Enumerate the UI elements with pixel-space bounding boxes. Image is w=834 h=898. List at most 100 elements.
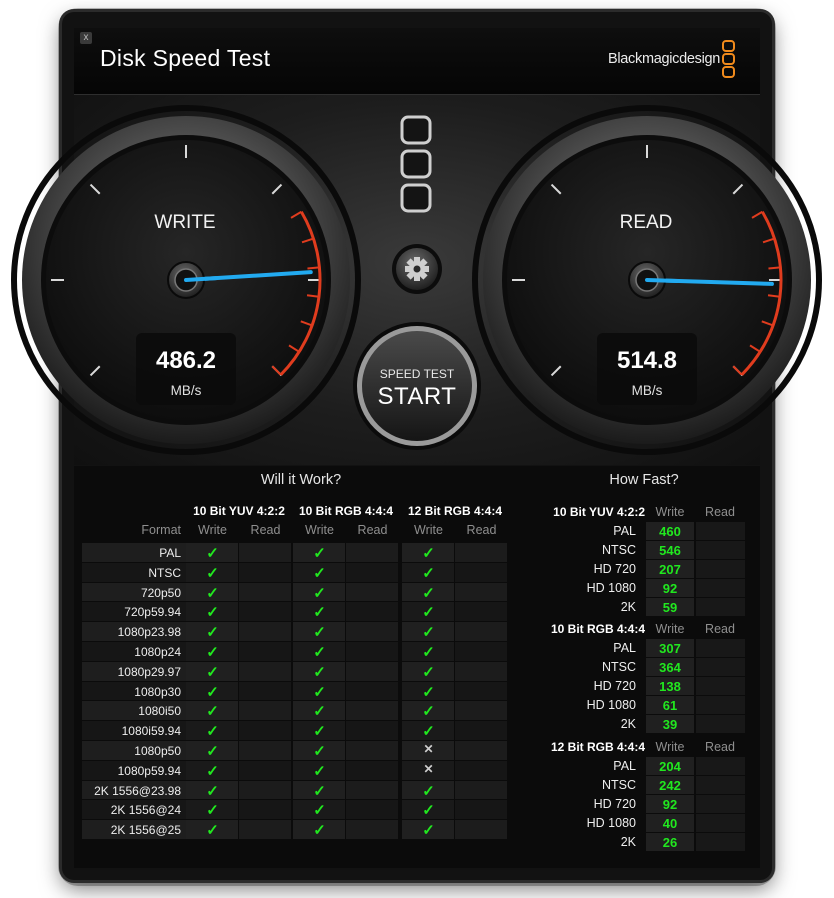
speed-write-value: 460 <box>659 524 681 539</box>
speed-read-header: Read <box>705 622 735 636</box>
read-cell <box>239 642 291 661</box>
check-icon: ✓ <box>206 743 219 760</box>
speed-write-value: 364 <box>659 660 681 675</box>
speed-group-header: 12 Bit RGB 4:4:4 <box>550 740 645 754</box>
speed-row-label: PAL <box>613 524 636 538</box>
read-cell <box>346 661 398 681</box>
speed-read-cell <box>696 795 745 813</box>
brand-logo-icon <box>722 40 736 79</box>
read-cell <box>346 622 398 641</box>
read-cell <box>455 543 507 562</box>
speed-write-value: 39 <box>662 717 678 732</box>
check-icon: ✓ <box>422 822 435 840</box>
read-cell <box>239 661 291 681</box>
check-icon: ✓ <box>422 624 435 642</box>
speed-write-value: 26 <box>662 835 678 850</box>
read-cell <box>346 543 398 562</box>
speed-row-label: 2K <box>620 835 636 849</box>
speed-row-label: HD 1080 <box>586 816 636 830</box>
read-column-header: Read <box>466 523 497 537</box>
speed-write-header: Write <box>655 505 685 519</box>
close-icon[interactable]: x <box>80 32 92 44</box>
read-cell <box>346 582 398 602</box>
format-label: NTSC <box>148 565 181 580</box>
read-cell <box>455 741 507 760</box>
check-icon: ✓ <box>313 743 326 760</box>
read-cell <box>239 760 291 780</box>
settings-button[interactable] <box>392 244 442 294</box>
will-it-work-title: Will it Work? <box>260 472 342 488</box>
read-cell <box>455 760 507 780</box>
speed-write-value: 92 <box>662 797 678 812</box>
read-cell <box>455 642 507 661</box>
check-icon: ✓ <box>206 663 219 681</box>
read-cell <box>346 760 398 780</box>
check-icon: ✓ <box>313 624 326 642</box>
check-icon: ✓ <box>422 604 435 622</box>
speed-row-label: HD 720 <box>593 797 636 811</box>
format-label: 2K 1556@23.98 <box>94 783 181 798</box>
start-button-caption: SPEED TEST <box>379 367 455 381</box>
speed-read-cell <box>696 757 745 775</box>
speed-read-cell <box>696 696 745 714</box>
speed-read-cell <box>696 598 745 616</box>
check-icon: ✓ <box>313 683 326 701</box>
read-cell <box>455 721 507 740</box>
read-cell <box>239 721 291 740</box>
check-icon: ✓ <box>422 802 435 820</box>
check-icon: ✓ <box>206 604 219 622</box>
format-label: 720p50 <box>140 585 181 600</box>
check-icon: ✓ <box>313 564 326 582</box>
speed-write-value: 40 <box>662 816 678 831</box>
format-label: 1080p23.98 <box>117 625 181 640</box>
cross-icon: ✕ <box>423 761 434 776</box>
write-column-header: Write <box>198 523 227 537</box>
cross-icon: ✕ <box>423 742 434 756</box>
read-cell <box>346 602 398 622</box>
format-label: 1080p59.94 <box>117 763 181 778</box>
read-cell <box>455 820 507 839</box>
read-column-header: Read <box>250 523 281 537</box>
speed-read-cell <box>696 715 745 733</box>
read-cell <box>455 602 507 622</box>
check-icon: ✓ <box>422 545 435 562</box>
check-icon: ✓ <box>206 545 219 562</box>
check-icon: ✓ <box>422 723 435 741</box>
speed-read-header: Read <box>705 505 735 519</box>
speed-read-cell <box>696 658 745 676</box>
speed-read-header: Read <box>705 740 735 754</box>
check-icon: ✓ <box>206 723 219 741</box>
format-label: 1080p30 <box>134 684 181 699</box>
speed-row-label: PAL <box>613 641 636 655</box>
speed-write-value: 92 <box>662 581 678 596</box>
group-header: 10 Bit YUV 4:2:2 <box>193 504 285 518</box>
check-icon: ✓ <box>206 703 219 721</box>
speed-write-value: 59 <box>662 600 678 615</box>
read-cell <box>455 800 507 820</box>
speed-read-cell <box>696 579 745 597</box>
read-cell <box>455 780 507 800</box>
check-icon: ✓ <box>313 723 326 741</box>
check-icon: ✓ <box>422 683 435 701</box>
check-icon: ✓ <box>313 584 326 602</box>
speed-row-label: HD 720 <box>593 562 636 576</box>
speed-read-cell <box>696 776 745 794</box>
check-icon: ✓ <box>313 703 326 721</box>
speed-row-label: HD 1080 <box>586 698 636 712</box>
check-icon: ✓ <box>206 802 219 820</box>
read-cell <box>239 800 291 820</box>
read-cell <box>346 800 398 820</box>
format-label: 1080i59.94 <box>121 724 181 739</box>
write-value: 486.2 <box>155 347 217 374</box>
format-label: 1080p24 <box>134 645 181 659</box>
read-cell <box>239 602 291 622</box>
check-icon: ✓ <box>313 762 326 780</box>
read-cell <box>239 582 291 602</box>
format-column-header: Format <box>141 523 181 537</box>
start-button[interactable]: SPEED TEST START <box>356 325 478 447</box>
speed-row-label: PAL <box>613 759 636 773</box>
check-icon: ✓ <box>313 822 326 840</box>
speed-write-value: 138 <box>659 679 681 694</box>
check-icon: ✓ <box>313 663 326 681</box>
brand-name: Blackmagicdesign <box>608 51 721 67</box>
